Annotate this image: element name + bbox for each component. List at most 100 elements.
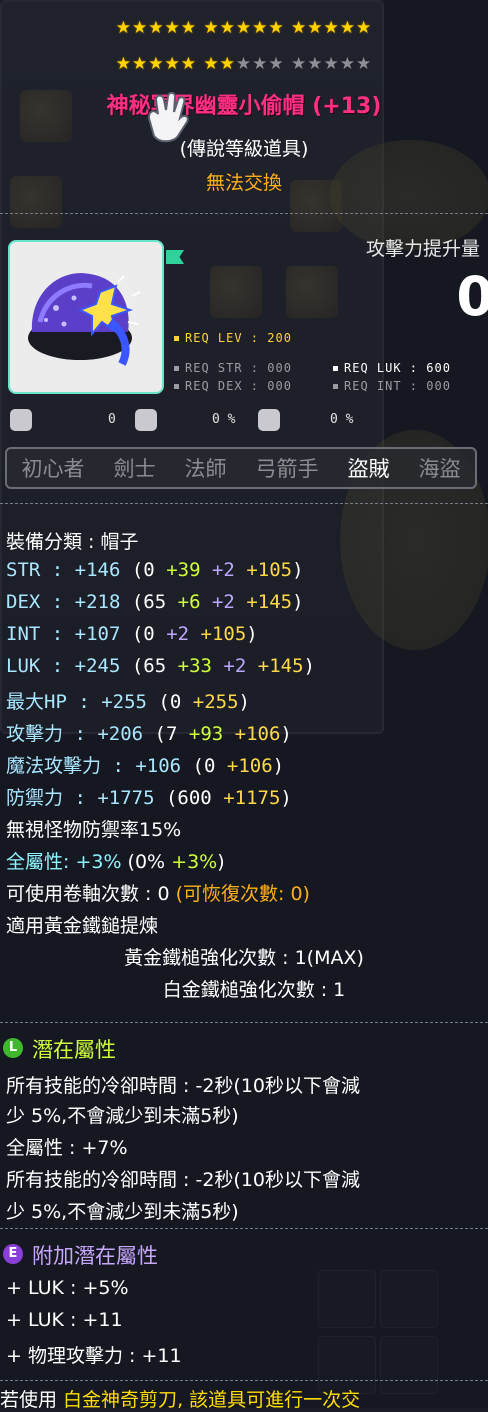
- stat-close: ): [303, 655, 315, 677]
- stat-flame: +6: [177, 591, 201, 613]
- stat-label: DEX: [6, 591, 41, 613]
- req-luk: REQ LUK : 600: [333, 361, 451, 375]
- stat-defense: 防禦力 : +1775 (600 +1175): [6, 783, 292, 810]
- stat-starforce: +255: [192, 691, 239, 713]
- star-force-row-2: ★★★★★ ★★★★★ ★★★★★: [0, 54, 488, 74]
- stat-flame: +93: [188, 723, 224, 745]
- stat-label: 攻擊力: [6, 723, 64, 745]
- bullet-icon: [174, 384, 179, 389]
- stat-base: (0: [120, 623, 167, 645]
- stat-magic-attack: 魔法攻擊力 : +106 (0 +106): [6, 751, 284, 778]
- divider: [0, 1228, 488, 1229]
- stat-close: ): [292, 559, 304, 581]
- req-str: REQ STR : 000: [174, 361, 292, 375]
- golden-hammer-applied: 適用黃金鐵鎚提煉: [6, 915, 159, 937]
- stat-starforce: +106: [226, 755, 273, 777]
- stat-value-b: 0 %: [212, 412, 236, 427]
- potential-line: 所有技能的冷卻時間 : -2秒(10秒以下會減: [6, 1075, 361, 1097]
- stat-scroll: +2: [223, 655, 247, 677]
- additional-potential-line: + 物理攻擊力 : +11: [6, 1345, 182, 1367]
- stat-flame: +3%: [171, 851, 218, 873]
- upgrade-icon: [135, 409, 157, 431]
- cursor-glove-icon: [148, 92, 189, 143]
- stat-scroll: +2: [211, 591, 235, 613]
- req-int: REQ INT : 000: [333, 379, 451, 393]
- scroll-restore-text: (可恢復次數: 0): [175, 883, 310, 905]
- additional-potential-line: + LUK : +11: [6, 1309, 123, 1331]
- stat-sep: :: [101, 755, 136, 777]
- stat-base: (65: [120, 591, 178, 613]
- stat-total: +3%: [75, 851, 122, 873]
- stat-label: 魔法攻擊力: [6, 755, 102, 777]
- stat-base: (600: [154, 787, 224, 809]
- stat-total: +146: [74, 559, 121, 581]
- stat-sep: :: [63, 723, 98, 745]
- bullet-icon: [174, 336, 179, 341]
- stat-starforce: +1175: [223, 787, 281, 809]
- req-str-text: REQ STR : 000: [185, 361, 292, 375]
- stat-sep: :: [40, 623, 75, 645]
- job-warrior: 劍士: [113, 457, 156, 481]
- golden-hammer-count: 黃金鐵槌強化次數 : 1(MAX): [124, 947, 364, 969]
- req-dex: REQ DEX : 000: [174, 379, 292, 393]
- equip-category: 裝備分類 : 帽子: [6, 531, 139, 553]
- req-dex-text: REQ DEX : 000: [185, 379, 292, 393]
- star-force-stars-filled: ★★★★★ ★★: [115, 54, 236, 74]
- stat-starforce: +145: [246, 591, 293, 613]
- stat-label: 防禦力: [6, 787, 64, 809]
- thief-hat-icon: [28, 273, 141, 366]
- job-class-bar: 初心者 劍士 法師 弓箭手 盜賊 海盜: [5, 447, 477, 489]
- attack-gain-label: 攻擊力提升量: [365, 238, 480, 260]
- stat-base: (0: [120, 559, 167, 581]
- stat-all-stat: 全屬性: +3% (0% +3%): [6, 847, 225, 874]
- stat-scroll: +2: [211, 559, 235, 581]
- job-pirate: 海盜: [418, 457, 461, 481]
- item-grade: (傳說等級道具): [179, 138, 309, 160]
- potential-title: 潛在屬性: [32, 1038, 116, 1062]
- req-level-text: REQ LEV : 200: [185, 331, 292, 345]
- attack-gain-value: 0: [456, 265, 488, 328]
- scroll-slots-text: 可使用卷軸次數 : 0: [6, 883, 176, 905]
- stat-base: (65: [120, 655, 178, 677]
- divider: [0, 1380, 488, 1381]
- stat-total: +218: [74, 591, 121, 613]
- stat-label: STR: [6, 559, 41, 581]
- stat-label: 全屬性:: [6, 851, 76, 873]
- scroll-slots: 可使用卷軸次數 : 0 (可恢復次數: 0): [6, 879, 310, 906]
- star-force-row-1: ★★★★★ ★★★★★ ★★★★★: [0, 18, 488, 38]
- star-force-stars-empty: ★★★ ★★★★★: [235, 54, 373, 74]
- bullet-icon: [333, 384, 338, 389]
- legendary-potential-icon: L: [3, 1038, 23, 1058]
- stat-starforce: +105: [200, 623, 247, 645]
- stat-total: +245: [74, 655, 121, 677]
- shield-icon: [258, 409, 280, 431]
- bullet-icon: [174, 366, 179, 371]
- additional-potential-line: + LUK : +5%: [6, 1277, 129, 1299]
- stat-sep: :: [40, 559, 75, 581]
- stat-total: +107: [74, 623, 121, 645]
- stat-sep: :: [40, 591, 75, 613]
- stat-starforce: +105: [246, 559, 293, 581]
- divider: [0, 503, 488, 504]
- stat-starforce: +106: [234, 723, 281, 745]
- wings-icon: [10, 409, 32, 431]
- stat-starforce: +145: [257, 655, 304, 677]
- stat-close: ): [280, 787, 292, 809]
- grade-flag-icon: [166, 250, 184, 264]
- stat-base: (0%: [121, 851, 172, 873]
- stat-total: +1775: [97, 787, 155, 809]
- stat-close: ): [272, 755, 285, 777]
- stat-int: INT : +107 (0 +2 +105): [6, 623, 258, 645]
- item-name: 神秘冥界幽靈小偷帽 (+13): [106, 94, 382, 119]
- platinum-hammer-count: 白金鐵槌強化次數 : 1: [162, 979, 346, 1001]
- stat-close: ): [292, 591, 304, 613]
- stat-sep: :: [63, 787, 98, 809]
- job-beginner: 初心者: [21, 457, 85, 481]
- stat-label: 最大HP: [6, 691, 67, 713]
- divider: [0, 1022, 488, 1023]
- stat-total: +106: [135, 755, 182, 777]
- stat-base: (0: [181, 755, 227, 777]
- stat-ignore-defense: 無視怪物防禦率15%: [6, 819, 182, 841]
- stat-label: INT: [6, 623, 41, 645]
- additional-potential-title: 附加潛在屬性: [32, 1244, 158, 1268]
